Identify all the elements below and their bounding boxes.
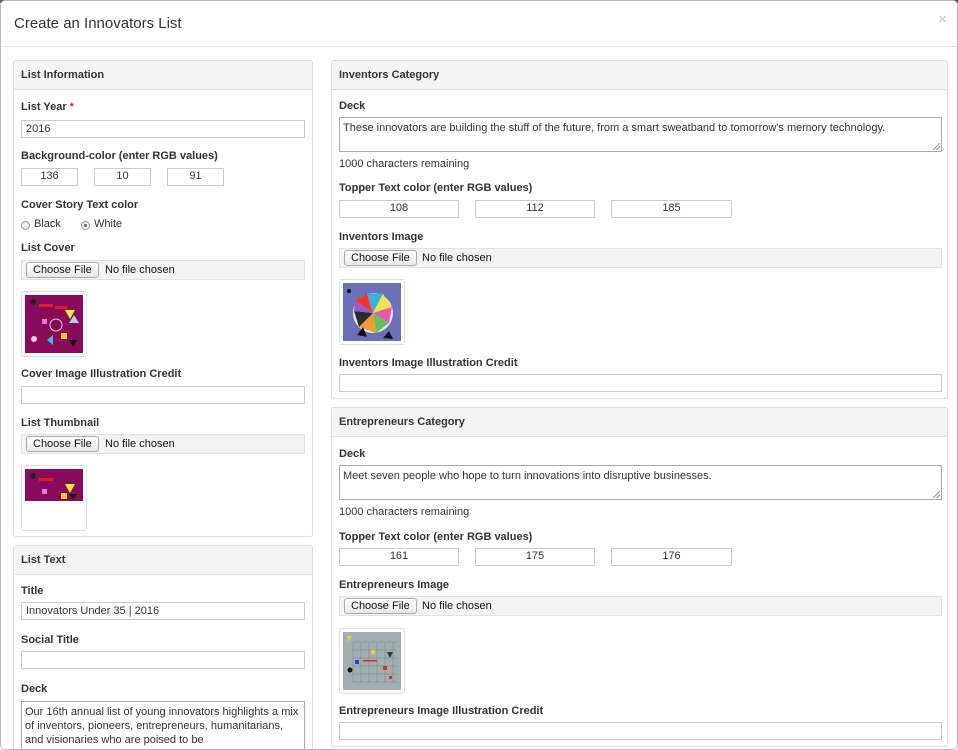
list-deck-textarea[interactable]: Our 16th annual list of young innovators… [21,701,305,749]
entrepreneurs-deck-text: Meet seven people who hope to turn innov… [343,470,712,482]
list-thumbnail-choose-file-button[interactable]: Choose File [26,436,99,452]
inventors-blue-input[interactable]: 185 [611,200,732,218]
modal-header: Create an Innovators List × [1,1,957,47]
resize-handle[interactable] [933,143,940,150]
title-label: Title [21,585,44,597]
entrepreneurs-deck-textarea[interactable]: Meet seven people who hope to turn innov… [339,465,942,500]
bg-green-input[interactable]: 10 [94,168,151,186]
create-list-modal: Create an Innovators List × List Informa… [0,0,958,750]
cover-credit-label: Cover Image Illustration Credit [21,368,182,380]
list-cover-file-row: Choose File No file chosen [21,260,305,280]
inventors-deck-label: Deck [339,100,366,112]
required-marker: * [69,101,74,113]
entrepreneurs-art-image [343,632,401,690]
inventors-image-file-row: Choose File No file chosen [339,248,942,268]
entrepreneurs-choose-file-button[interactable]: Choose File [344,598,417,614]
radio-black[interactable] [21,221,30,230]
entrepreneurs-credit-input[interactable] [339,722,942,740]
entrepreneurs-red-input[interactable]: 161 [339,548,459,566]
list-year-label: List Year * [21,101,74,113]
entrepreneurs-file-status: No file chosen [422,600,492,612]
entrepreneurs-credit-label: Entrepreneurs Image Illustration Credit [339,705,544,717]
entrepreneurs-category-panel: Entrepreneurs Category Deck Meet seven p… [331,407,948,747]
modal-title: Create an Innovators List [14,15,182,32]
inventors-topper-color-label: Topper Text color (enter RGB values) [339,182,533,194]
list-thumbnail-file-row: Choose File No file chosen [21,434,305,454]
list-text-panel: List Text Title Innovators Under 35 | 20… [13,545,313,749]
title-input[interactable]: Innovators Under 35 | 2016 [21,602,305,620]
panel-heading: List Text [14,546,312,575]
bg-red-input[interactable]: 136 [21,168,78,186]
list-thumbnail-preview [21,465,87,531]
cover-text-color-label: Cover Story Text color [21,199,139,211]
list-year-label-text: List Year [21,101,67,113]
list-thumbnail-file-status: No file chosen [105,438,175,450]
list-information-panel: List Information List Year * 2016 Backgro… [13,60,313,537]
social-title-label: Social Title [21,634,79,646]
entrepreneurs-deck-label: Deck [339,448,366,460]
list-cover-choose-file-button[interactable]: Choose File [26,262,99,278]
entrepreneurs-image-preview [339,628,405,694]
inventors-red-input[interactable]: 108 [339,200,459,218]
inventors-deck-textarea[interactable]: These innovators are building the stuff … [339,117,942,152]
panel-heading: List Information [14,61,312,90]
list-cover-preview [21,291,87,357]
radio-white-label: White [94,218,123,230]
social-title-input[interactable] [21,651,305,669]
inventors-file-status: No file chosen [422,252,492,264]
entrepreneurs-characters-remaining: 1000 characters remaining [339,506,470,518]
entrepreneurs-image-file-row: Choose File No file chosen [339,596,942,616]
bg-blue-input[interactable]: 91 [167,168,224,186]
entrepreneurs-topper-color-label: Topper Text color (enter RGB values) [339,531,533,543]
background-color-label: Background-color (enter RGB values) [21,150,218,162]
inventors-green-input[interactable]: 112 [475,200,595,218]
inventors-category-panel: Inventors Category Deck These innovators… [331,60,948,399]
list-thumbnail-label: List Thumbnail [21,417,100,429]
radio-white[interactable] [81,221,90,230]
inventors-choose-file-button[interactable]: Choose File [344,250,417,266]
cover-art-image [25,295,83,353]
inventors-image-preview [339,279,405,345]
inventors-image-label: Inventors Image [339,231,424,243]
list-year-input[interactable]: 2016 [21,120,305,138]
list-deck-text: Our 16th annual list of young innovators… [25,706,299,746]
entrepreneurs-green-input[interactable]: 175 [475,548,595,566]
deck-label: Deck [21,683,48,695]
inventors-characters-remaining: 1000 characters remaining [339,158,470,170]
resize-handle[interactable] [933,491,940,498]
inventors-deck-text: These innovators are building the stuff … [343,122,886,134]
panel-heading: Inventors Category [332,61,947,90]
inventors-art-image [343,283,401,341]
list-cover-file-status: No file chosen [105,264,175,276]
radio-black-label: Black [34,218,61,230]
panel-heading: Entrepreneurs Category [332,408,947,437]
entrepreneurs-blue-input[interactable]: 176 [611,548,732,566]
inventors-credit-input[interactable] [339,374,942,392]
thumbnail-art-image [25,469,83,501]
list-cover-label: List Cover [21,242,75,254]
entrepreneurs-image-label: Entrepreneurs Image [339,579,450,591]
cover-credit-input[interactable] [21,386,305,404]
close-icon[interactable]: × [938,12,947,27]
inventors-credit-label: Inventors Image Illustration Credit [339,357,518,369]
